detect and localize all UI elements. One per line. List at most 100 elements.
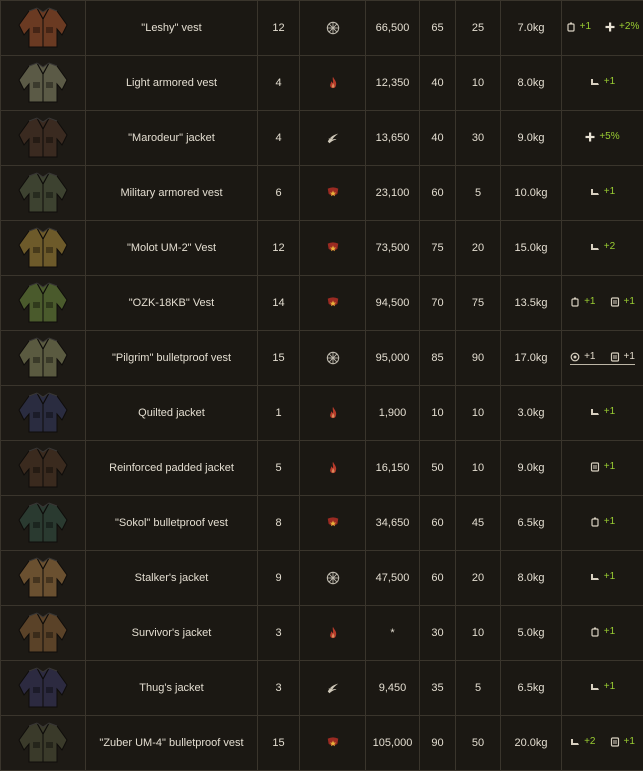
bonus-value: +1 [604,461,615,472]
bonus-group: +1 [590,76,615,87]
armor-bonuses: +1 [562,551,643,606]
armor-image-cell [1,111,86,166]
armor-radiation: 10 [456,56,501,111]
armor-radiation: 45 [456,496,501,551]
armor-image [15,115,71,159]
armor-image [15,5,71,49]
bonus-value: +1 [584,296,595,307]
bonus-value: +1 [624,736,635,747]
armor-rupture: 70 [420,276,456,331]
shoe-icon [590,682,600,692]
faction-cell [300,221,366,276]
bonus-value: +1 [604,516,615,527]
armor-image [15,390,71,434]
armor-image-cell [1,386,86,441]
armor-radiation: 30 [456,111,501,166]
armor-bonuses: +1+1 [562,331,643,386]
bonus-value: +1 [580,21,591,32]
armor-bonuses: +1 [562,661,643,716]
armor-radiation: 10 [456,606,501,661]
armor-bonuses: +5% [562,111,643,166]
armor-weight: 5.0kg [501,606,562,661]
bonus-value: +1 [604,626,615,637]
armor-radiation: 20 [456,551,501,606]
armor-rupture: 85 [420,331,456,386]
wheel-icon [326,572,340,584]
wheel-icon [326,352,340,364]
armor-rank: 1 [258,386,300,441]
armor-row: "Pilgrim" bulletproof vest1595,000859017… [1,331,643,386]
faction-cell [300,1,366,56]
armor-weight: 3.0kg [501,386,562,441]
shoe-icon [590,187,600,197]
armor-radiation: 5 [456,166,501,221]
fire-icon [326,627,340,639]
faction-cell [300,551,366,606]
armor-bonuses: +2+1 [562,716,643,771]
armor-image-cell [1,1,86,56]
shoe-icon [590,242,600,252]
armor-row: Light armored vest412,35040108.0kg+1 [1,56,643,111]
battery-icon [566,22,576,32]
armor-price: * [366,606,420,661]
faction-cell [300,111,366,166]
armor-price: 9,450 [366,661,420,716]
armor-weight: 13.5kg [501,276,562,331]
armor-rupture: 50 [420,441,456,496]
star-badge-icon [326,517,340,529]
armor-image [15,720,71,764]
armor-image [15,555,71,599]
armor-weight: 6.5kg [501,496,562,551]
armor-image-cell [1,221,86,276]
armor-bonuses: +1 [562,606,643,661]
bonus-value: +2 [604,241,615,252]
armor-price: 34,650 [366,496,420,551]
armor-radiation: 20 [456,221,501,276]
shoe-icon [590,407,600,417]
armor-row: "OZK-18KB" Vest1494,500707513.5kg+1+1 [1,276,643,331]
armor-row: Reinforced padded jacket516,15050109.0kg… [1,441,643,496]
armor-row: Stalker's jacket947,50060208.0kg+1 [1,551,643,606]
bonus-group: +1 [590,571,615,582]
bonus-value: +1 [624,296,635,307]
armor-rupture: 40 [420,56,456,111]
bonus-value: +1 [604,76,615,87]
bonus-group: +1 +1 [570,296,635,307]
armor-image-cell [1,276,86,331]
armor-bonuses: +1 [562,441,643,496]
armor-row: Quilted jacket11,90010103.0kg+1 [1,386,643,441]
claw-icon [326,682,340,694]
armor-image-cell [1,716,86,771]
armor-name: Military armored vest [86,166,258,221]
armor-bonuses: +1 [562,386,643,441]
armor-name: Reinforced padded jacket [86,441,258,496]
armor-rank: 12 [258,1,300,56]
armor-price: 1,900 [366,386,420,441]
star-badge-icon [326,737,340,749]
bonus-value: +1 [604,186,615,197]
armor-image-cell [1,496,86,551]
armor-rupture: 60 [420,551,456,606]
armor-price: 13,650 [366,111,420,166]
battery-icon [590,627,600,637]
bonus-group: +2+1 [570,736,635,747]
star-badge-icon [326,297,340,309]
armor-rank: 8 [258,496,300,551]
armor-name: Light armored vest [86,56,258,111]
faction-cell [300,716,366,771]
armor-bonuses: +1 +1 [562,276,643,331]
container-icon [610,352,620,362]
faction-cell [300,386,366,441]
fire-icon [326,462,340,474]
armor-image-cell [1,331,86,386]
faction-cell [300,606,366,661]
faction-cell [300,276,366,331]
container-icon [610,297,620,307]
armor-image-cell [1,166,86,221]
armor-rank: 12 [258,221,300,276]
armor-rank: 9 [258,551,300,606]
armor-weight: 8.0kg [501,56,562,111]
armor-row: "Molot UM-2" Vest1273,500752015.0kg+2 [1,221,643,276]
bonus-value: +2% [619,21,639,32]
armor-rupture: 90 [420,716,456,771]
